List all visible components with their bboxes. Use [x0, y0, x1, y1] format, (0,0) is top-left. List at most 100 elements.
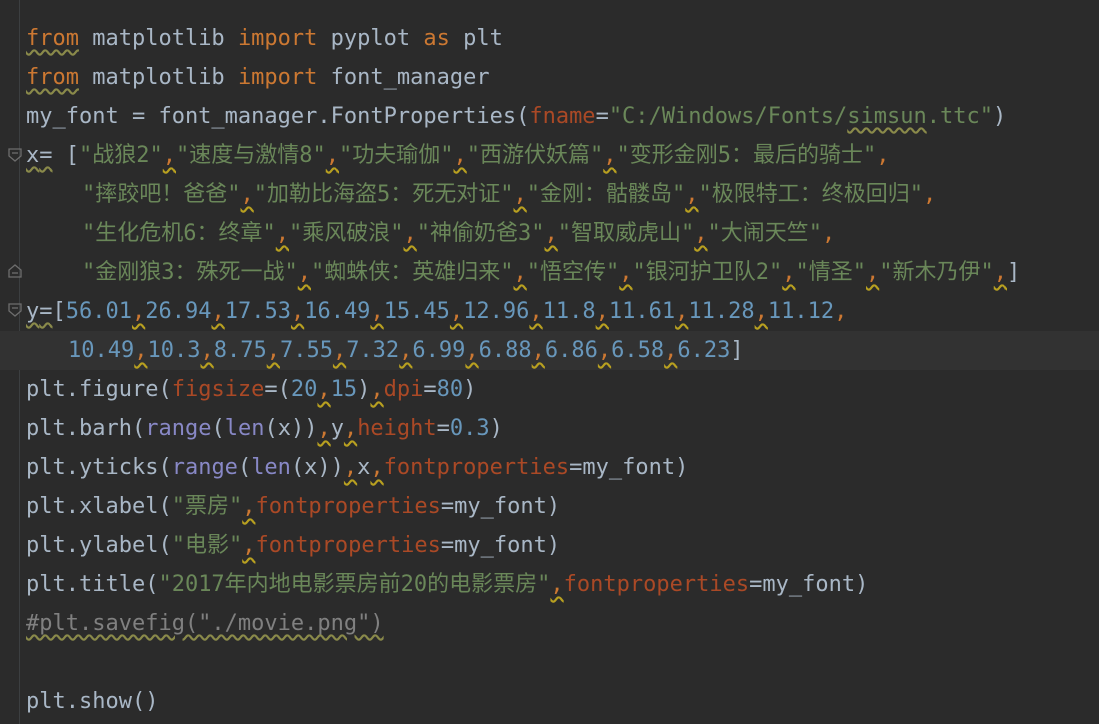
- comma: ,: [453, 143, 467, 168]
- fold-open-icon[interactable]: [8, 148, 22, 162]
- code-text: ]: [1007, 260, 1021, 285]
- code-line-8[interactable]: y=[56.01,26.94,17.53,16.49,15.45,12.96,1…: [26, 292, 847, 331]
- comma: ,: [242, 533, 256, 558]
- comma: ,: [399, 338, 413, 363]
- comma: ,: [317, 416, 331, 441]
- string-literal: "电影": [171, 533, 243, 558]
- comma: ,: [782, 260, 796, 285]
- fold-open-icon[interactable]: [8, 303, 22, 317]
- param-name: height: [357, 416, 437, 441]
- comma: ,: [211, 299, 225, 324]
- comma: ,: [685, 182, 699, 207]
- code-line-12[interactable]: plt.yticks(range(len(x)),x,fontpropertie…: [26, 448, 688, 487]
- keyword: from: [26, 65, 79, 90]
- string-literal: "智取威虎山": [557, 221, 695, 246]
- code-line-13[interactable]: plt.xlabel("票房",fontproperties=my_font): [26, 487, 560, 526]
- code-line-15[interactable]: plt.title("2017年内地电影票房前20的电影票房",fontprop…: [26, 565, 868, 604]
- number-literal: 15.45: [383, 299, 450, 324]
- number-literal: 11.61: [608, 299, 676, 324]
- code-text: plt.yticks(: [26, 455, 172, 480]
- number-literal: 0.3: [449, 416, 490, 441]
- comma: ,: [513, 182, 527, 207]
- code-text: ): [992, 104, 1007, 129]
- code-text: ): [463, 377, 477, 402]
- comma: ,: [325, 143, 339, 168]
- string-literal: "功夫瑜伽": [339, 143, 454, 168]
- code-line-4[interactable]: x= ["战狼2","速度与激情8","功夫瑜伽","西游伏妖篇","变形金刚5…: [26, 136, 890, 175]
- string-literal: .ttc": [926, 104, 993, 129]
- comma: ,: [754, 299, 768, 324]
- fold-close-icon[interactable]: [8, 264, 22, 278]
- code-text: =: [423, 377, 437, 402]
- comma: ,: [675, 299, 689, 324]
- comma: ,: [595, 299, 609, 324]
- string-literal: "生化危机6：终章": [82, 221, 276, 246]
- code-text: =my_font): [440, 533, 561, 558]
- number-literal: 11.12: [767, 299, 835, 324]
- comment: #plt.savefig("./movie.png"): [26, 611, 384, 636]
- number-literal: 11.8: [542, 299, 596, 324]
- comma: ,: [370, 299, 384, 324]
- comma: ,: [162, 143, 176, 168]
- var-name: y: [26, 299, 40, 324]
- number-literal: 7.32: [346, 338, 400, 363]
- code-text: (: [237, 455, 252, 480]
- number-literal: 56.01: [65, 299, 132, 324]
- string-literal: "极限特工：终极回归": [698, 182, 924, 207]
- code-text: (x)): [290, 455, 344, 480]
- string-literal: "大闹天竺": [707, 221, 823, 246]
- code-line-7[interactable]: "金刚狼3：殊死一战","蜘蛛侠：英雄归来","悟空传","银河护卫队2","情…: [82, 253, 1020, 292]
- number-literal: 12.96: [463, 299, 530, 324]
- string-literal: simsun: [847, 104, 927, 129]
- builtin-name: len: [224, 416, 265, 441]
- comma: ,: [465, 338, 479, 363]
- string-literal: "金刚：骷髅岛": [526, 182, 686, 207]
- code-text: =: [436, 416, 450, 441]
- comma: ,: [240, 182, 254, 207]
- comma: ,: [275, 221, 289, 246]
- param-name: fontproperties: [563, 572, 750, 597]
- code-line-11[interactable]: plt.barh(range(len(x)),y,height=0.3): [26, 409, 503, 448]
- number-literal: 10.3: [147, 338, 201, 363]
- code-line-18[interactable]: plt.show(): [26, 682, 158, 721]
- code-text: (: [211, 416, 225, 441]
- code-text: x: [357, 455, 371, 480]
- code-line-6[interactable]: "生化危机6：终章","乘风破浪","神偷奶爸3","智取威虎山","大闹天竺"…: [82, 214, 835, 253]
- number-literal: 15: [330, 377, 358, 402]
- code-line-2[interactable]: from matplotlib import font_manager: [26, 58, 490, 97]
- comma: ,: [343, 416, 358, 441]
- keyword: import: [237, 26, 318, 51]
- keyword: as: [423, 26, 450, 51]
- code-line-16[interactable]: #plt.savefig("./movie.png"): [26, 604, 384, 643]
- comma: ,: [866, 260, 880, 285]
- code-text: plt.show(): [26, 689, 159, 714]
- code-line-3[interactable]: my_font = font_manager.FontProperties(fn…: [26, 97, 1006, 136]
- comma: ,: [619, 260, 633, 285]
- code-editor[interactable]: from matplotlib import pyplot as plt fro…: [0, 0, 1099, 724]
- code-line-14[interactable]: plt.ylabel("电影",fontproperties=my_font): [26, 526, 560, 565]
- string-literal: "加勒比海盗5：死无对证": [253, 182, 514, 207]
- code-line-5[interactable]: "摔跤吧！爸爸","加勒比海盗5：死无对证","金刚：骷髅岛","极限特工：终极…: [82, 175, 936, 214]
- param-name: fontproperties: [255, 494, 441, 519]
- comma: ,: [597, 338, 612, 363]
- code-text: plt.xlabel(: [26, 494, 172, 519]
- code-text: =(: [264, 377, 291, 402]
- comma: ,: [834, 299, 848, 324]
- code-line-1[interactable]: from matplotlib import pyplot as plt: [26, 19, 503, 58]
- code-line-10[interactable]: plt.figure(figsize=(20,15),dpi=80): [26, 370, 476, 409]
- comma: ,: [513, 260, 527, 285]
- comma: ,: [297, 260, 311, 285]
- code-text: =my_font): [440, 494, 561, 519]
- comma: ,: [266, 338, 280, 363]
- param-name: figsize: [171, 377, 265, 402]
- number-literal: 6.99: [412, 338, 466, 363]
- string-literal: "乘风破浪": [289, 221, 404, 246]
- code-text: ]: [730, 338, 744, 363]
- code-line-9[interactable]: 10.49,10.3,8.75,7.55,7.32,6.99,6.88,6.86…: [0, 331, 1099, 370]
- comma: ,: [550, 572, 564, 597]
- number-literal: 7.55: [279, 338, 333, 363]
- comma: ,: [343, 455, 358, 480]
- code-text: (x)): [264, 416, 318, 441]
- comma: ,: [449, 299, 464, 324]
- string-literal: "神偷奶爸3": [416, 221, 545, 246]
